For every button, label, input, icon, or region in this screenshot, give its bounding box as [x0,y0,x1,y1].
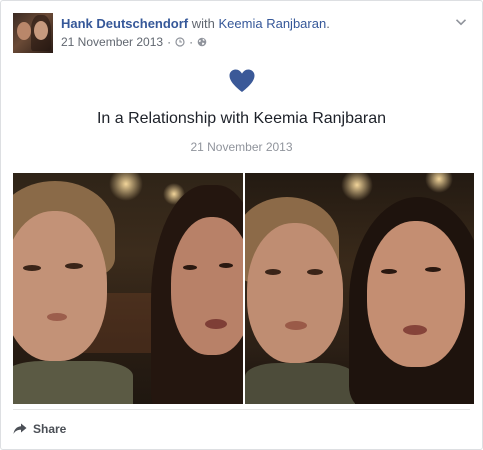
post-title-line: Hank Deutschendorf with Keemia Ranjbaran… [61,16,330,31]
post-actions: Share [13,409,470,450]
timeline-post: Hank Deutschendorf with Keemia Ranjbaran… [0,0,483,450]
photo-2[interactable] [245,173,474,404]
author-name-link[interactable]: Hank Deutschendorf [61,16,188,31]
with-text: with [191,16,215,31]
post-header: Hank Deutschendorf with Keemia Ranjbaran… [13,13,470,53]
post-date-link[interactable]: 21 November 2013 [61,35,163,49]
life-event: In a Relationship with Keemia Ranjbaran … [1,69,482,154]
avatar[interactable] [13,13,53,53]
clock-icon [175,37,185,47]
life-event-title: In a Relationship with Keemia Ranjbaran [96,110,387,127]
share-button[interactable]: Share [13,422,66,436]
post-meta: 21 November 2013 · · [61,35,207,49]
heart-icon [229,69,254,92]
title-suffix: . [326,16,330,31]
share-label: Share [33,422,67,436]
chevron-down-icon[interactable] [454,15,468,29]
avatar-face [17,22,31,40]
tagged-name-link[interactable]: Keemia Ranjbaran [219,16,327,31]
meta-separator: · [167,35,172,49]
share-icon [13,423,27,434]
photo-grid [13,173,474,404]
life-event-date: 21 November 2013 [190,140,293,154]
avatar-face [34,21,48,40]
photo-1[interactable] [13,173,243,404]
globe-icon[interactable] [197,37,207,47]
meta-separator: · [189,35,194,49]
